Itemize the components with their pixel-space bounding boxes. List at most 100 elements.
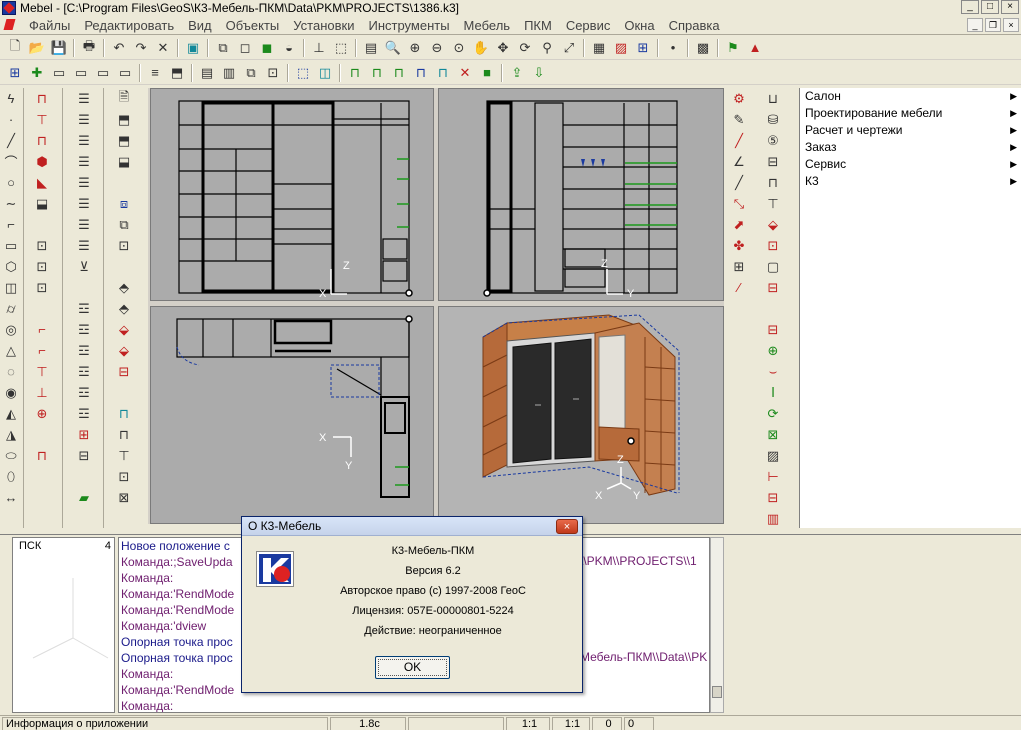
marker-icon[interactable]: ╱	[728, 130, 750, 151]
cabinet-3-icon[interactable]: ⊓	[31, 130, 53, 151]
copy-icon[interactable]: ⧉	[241, 63, 261, 83]
grid-icon[interactable]: ⊞	[5, 63, 25, 83]
shelf-17-icon[interactable]: ⊟	[73, 445, 95, 466]
print-icon[interactable]: 🖶	[79, 38, 99, 58]
shelf-8-icon[interactable]: ☰	[73, 235, 95, 256]
ucs-icon[interactable]: ⊥	[309, 38, 329, 58]
frame-icon[interactable]: ◫	[315, 63, 335, 83]
k3-materials-icon[interactable]: ▲	[745, 38, 765, 58]
gear-icon[interactable]: ⚙	[728, 88, 750, 109]
sphere-icon[interactable]: ◎	[0, 319, 22, 340]
menu-service[interactable]: Сервис	[559, 18, 618, 33]
shelf-2-icon[interactable]: ☰	[73, 109, 95, 130]
export-icon[interactable]: ⇪	[507, 63, 527, 83]
object-10-icon[interactable]: ⊟	[762, 277, 784, 298]
board-icon[interactable]: ▰	[73, 487, 95, 508]
remove-hardware-icon[interactable]: ✕	[455, 63, 475, 83]
properties-icon[interactable]: ▦	[589, 38, 609, 58]
profile-1-icon[interactable]: ⌐	[31, 319, 53, 340]
shelf-6-icon[interactable]: ☰	[73, 193, 95, 214]
hatch-icon[interactable]: ▨	[611, 38, 631, 58]
doc-icon[interactable]: 🗎	[113, 88, 135, 109]
dimension-icon[interactable]: ≡	[145, 63, 165, 83]
object-16-icon[interactable]: ⊠	[762, 424, 784, 445]
ellipsoid-icon[interactable]: ⬯	[0, 466, 22, 487]
tool-5-icon[interactable]: ⊟	[113, 361, 135, 382]
profile-2-icon[interactable]: ⌐	[31, 340, 53, 361]
mdi-restore-button[interactable]: ❐	[985, 18, 1001, 32]
cube-3-icon[interactable]: ⊡	[113, 235, 135, 256]
panel-shape-2-icon[interactable]: ◣	[31, 172, 53, 193]
menu-settings[interactable]: Установки	[286, 18, 361, 33]
pan-icon[interactable]: ✋	[471, 38, 491, 58]
drawer-icon[interactable]: ▤	[197, 63, 217, 83]
shelf-9-icon[interactable]: ⊻	[73, 256, 95, 277]
profile-4-icon[interactable]: ⊥	[31, 382, 53, 403]
mirror-icon[interactable]: ⊡	[263, 63, 283, 83]
cube-1-icon[interactable]: ⧈	[113, 193, 135, 214]
shelf-1-icon[interactable]: ☰	[73, 88, 95, 109]
object-11-icon[interactable]: ⊟	[762, 319, 784, 340]
hardware-5-icon[interactable]: ⊓	[433, 63, 453, 83]
front-viewport[interactable]: Z X	[150, 88, 434, 301]
panel-shape-3-icon[interactable]: ⬓	[31, 193, 53, 214]
app-icon[interactable]	[2, 1, 16, 15]
hardware-2-icon[interactable]: ⊓	[367, 63, 387, 83]
tool-6-icon[interactable]: ⊓	[113, 403, 135, 424]
cube-shaded-icon[interactable]: ◼	[257, 38, 277, 58]
shelf-5-icon[interactable]: ☰	[73, 172, 95, 193]
pyramid-icon[interactable]: ◮	[0, 424, 22, 445]
panel-2-icon[interactable]: ▭	[71, 63, 91, 83]
box-insert-2-icon[interactable]: ⊡	[31, 256, 53, 277]
box-insert-1-icon[interactable]: ⊡	[31, 235, 53, 256]
panel-3-icon[interactable]: ▭	[93, 63, 113, 83]
save-icon[interactable]: 💾	[49, 38, 69, 58]
cabinet-1-icon[interactable]: ⊓	[31, 88, 53, 109]
panel-item-furniture-design[interactable]: Проектирование мебели ▶	[800, 105, 1021, 122]
tool-10-icon[interactable]: ⊠	[113, 487, 135, 508]
shelf-4-icon[interactable]: ☰	[73, 151, 95, 172]
wedge-icon[interactable]: ◭	[0, 403, 22, 424]
zoom-realtime-icon[interactable]: ⚲	[537, 38, 557, 58]
snap-icon[interactable]: ϟ	[0, 88, 22, 109]
plate-1-icon[interactable]: ⬒	[113, 109, 135, 130]
hardware-4-icon[interactable]: ⊓	[411, 63, 431, 83]
import-icon[interactable]: ⇩	[529, 63, 549, 83]
select-icon[interactable]: ⬚	[293, 63, 313, 83]
tool-3-icon[interactable]: ⬙	[113, 319, 135, 340]
shelf-14-icon[interactable]: ☲	[73, 382, 95, 403]
mdi-close-button[interactable]: ×	[1003, 18, 1019, 32]
redo-icon[interactable]: ↷	[131, 38, 151, 58]
shelf-11-icon[interactable]: ☲	[73, 319, 95, 340]
shelf-15-icon[interactable]: ☲	[73, 403, 95, 424]
panel-item-salon[interactable]: Салон ▶	[800, 88, 1021, 105]
iso-viewport[interactable]: Z X Y	[438, 306, 724, 524]
k3-tools-icon[interactable]: ⚑	[723, 38, 743, 58]
table-icon[interactable]: ⊓	[31, 445, 53, 466]
tool-8-icon[interactable]: ⊤	[113, 445, 135, 466]
calculator-icon[interactable]: ▩	[693, 38, 713, 58]
ok-button[interactable]: OK	[375, 656, 450, 679]
panel-item-calc-drawings[interactable]: Расчет и чертежи ▶	[800, 122, 1021, 139]
menu-pkm[interactable]: ПКМ	[517, 18, 559, 33]
point-icon[interactable]: •	[663, 38, 683, 58]
minimize-button[interactable]: _	[961, 0, 979, 14]
zoom-window-icon[interactable]: 🔍	[383, 38, 403, 58]
object-19-icon[interactable]: ⊟	[762, 487, 784, 508]
draw-icon[interactable]: ╱	[728, 172, 750, 193]
fillet-icon[interactable]: ⌐	[0, 214, 22, 235]
menu-files[interactable]: Файлы	[22, 18, 77, 33]
panel-item-service[interactable]: Сервис ▶	[800, 156, 1021, 173]
zoom-extents-icon[interactable]: ⤢	[559, 38, 579, 58]
render-icon[interactable]: ◒	[279, 38, 299, 58]
box-insert-3-icon[interactable]: ⊡	[31, 277, 53, 298]
object-13-icon[interactable]: ⌣	[762, 361, 784, 382]
object-6-icon[interactable]: ⊤	[762, 193, 784, 214]
cube-2-icon[interactable]: ⧉	[113, 214, 135, 235]
delete-icon[interactable]: ✕	[153, 38, 173, 58]
torus-icon[interactable]: ◌	[0, 361, 22, 382]
facade-icon[interactable]: ▥	[219, 63, 239, 83]
pencil-icon[interactable]: ✎	[728, 109, 750, 130]
top-viewport[interactable]: X Y	[150, 306, 434, 524]
panel-4-icon[interactable]: ▭	[115, 63, 135, 83]
